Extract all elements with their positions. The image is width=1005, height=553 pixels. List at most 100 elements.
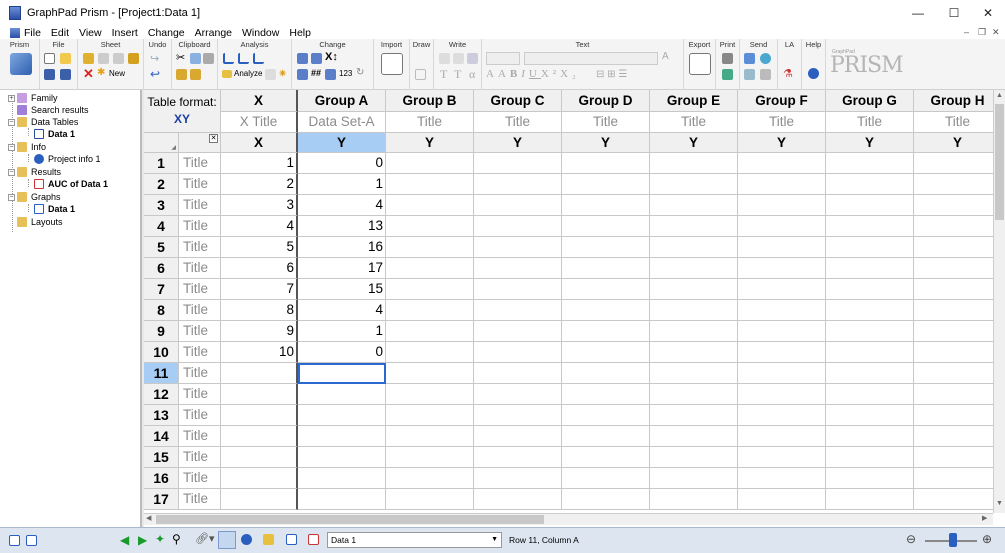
data-cell[interactable]: 9 xyxy=(221,321,298,342)
row-title[interactable]: Title xyxy=(179,195,221,216)
vertical-scroll-thumb[interactable] xyxy=(995,104,1004,220)
data-cell[interactable] xyxy=(298,384,386,405)
data-cell[interactable]: 13 xyxy=(298,216,386,237)
column-header-group-h[interactable]: Group H xyxy=(914,90,993,112)
column-header-group-g[interactable]: Group G xyxy=(826,90,914,112)
data-cell[interactable] xyxy=(914,216,993,237)
column-subtitle-x[interactable]: X Title xyxy=(221,112,298,133)
data-cell[interactable] xyxy=(738,300,826,321)
row-title[interactable]: Title xyxy=(179,321,221,342)
data-cell[interactable] xyxy=(562,384,650,405)
la-icon[interactable]: ⚗ xyxy=(783,67,793,80)
row-number[interactable]: 16 xyxy=(144,468,179,489)
row-title[interactable]: Title xyxy=(179,384,221,405)
menu-file[interactable]: File xyxy=(24,27,41,39)
tree-auc-of-data-1[interactable]: AUC of Data 1 xyxy=(34,178,108,190)
row-number[interactable]: 5 xyxy=(144,237,179,258)
help-icon[interactable] xyxy=(808,68,819,79)
tree-graph-data-1[interactable]: Data 1 xyxy=(34,203,75,215)
data-cell[interactable] xyxy=(738,216,826,237)
vertical-scrollbar[interactable]: ▲ ▼ xyxy=(993,90,1005,513)
data-cell[interactable] xyxy=(474,300,562,321)
tree-layouts[interactable]: Layouts xyxy=(17,216,63,228)
data-cell[interactable]: 1 xyxy=(298,321,386,342)
data-cell[interactable] xyxy=(738,342,826,363)
close-button[interactable]: ✕ xyxy=(971,0,1005,26)
data-cell[interactable] xyxy=(562,216,650,237)
row-title[interactable]: Title xyxy=(179,405,221,426)
wand-icon[interactable] xyxy=(128,53,139,64)
import-file-icon[interactable] xyxy=(381,53,403,75)
layouts-tab-icon[interactable] xyxy=(308,534,319,545)
export-icon[interactable] xyxy=(689,53,711,75)
data-cell[interactable] xyxy=(826,321,914,342)
font-name-select[interactable] xyxy=(524,52,658,65)
info-tab-icon[interactable] xyxy=(241,534,252,545)
data-cell[interactable] xyxy=(298,426,386,447)
data-cell[interactable]: 4 xyxy=(298,300,386,321)
row-number[interactable]: 11 xyxy=(144,363,179,384)
data-cell[interactable] xyxy=(562,237,650,258)
column-kind-group-d[interactable]: Y xyxy=(562,133,650,153)
data-cell[interactable] xyxy=(221,489,298,510)
symbol-icon[interactable]: α xyxy=(469,67,475,82)
data-cell[interactable] xyxy=(826,258,914,279)
data-cell[interactable]: 15 xyxy=(298,279,386,300)
data-cell[interactable] xyxy=(298,468,386,489)
row-title[interactable]: Title xyxy=(179,300,221,321)
data-cell[interactable] xyxy=(386,300,474,321)
data-cell[interactable] xyxy=(738,468,826,489)
data-cell[interactable] xyxy=(221,447,298,468)
data-cell[interactable] xyxy=(914,153,993,174)
delete-sheet-icon[interactable]: ✕ xyxy=(83,66,94,82)
column-kind-group-e[interactable]: Y xyxy=(650,133,738,153)
data-cell[interactable]: 6 xyxy=(221,258,298,279)
row-number[interactable]: 9 xyxy=(144,321,179,342)
pencil-icon[interactable] xyxy=(83,53,94,64)
xy-analysis-icon[interactable] xyxy=(223,53,234,64)
text-frame-icon[interactable]: T xyxy=(454,67,461,82)
data-cell[interactable]: 4 xyxy=(298,195,386,216)
send-ppt-icon[interactable] xyxy=(744,69,755,80)
columns-icon[interactable] xyxy=(297,69,308,80)
data-cell[interactable] xyxy=(221,363,298,384)
data-cell[interactable] xyxy=(914,447,993,468)
data-cell[interactable]: 10 xyxy=(221,342,298,363)
data-cell[interactable] xyxy=(826,195,914,216)
data-cell[interactable]: 5 xyxy=(221,237,298,258)
row-number[interactable]: 2 xyxy=(144,174,179,195)
data-cell[interactable] xyxy=(914,342,993,363)
data-cell[interactable] xyxy=(298,447,386,468)
data-cell[interactable] xyxy=(386,489,474,510)
data-cell[interactable] xyxy=(738,447,826,468)
row-number[interactable]: 7 xyxy=(144,279,179,300)
prism-navigator-icon[interactable] xyxy=(10,53,32,75)
menu-help[interactable]: Help xyxy=(289,27,311,39)
data-cell[interactable] xyxy=(914,300,993,321)
data-cell[interactable] xyxy=(650,384,738,405)
row-title[interactable]: Title xyxy=(179,237,221,258)
data-cell[interactable] xyxy=(562,174,650,195)
data-cell[interactable] xyxy=(386,321,474,342)
data-cell[interactable] xyxy=(386,426,474,447)
next-sheet-icon[interactable]: ▶ xyxy=(138,533,147,547)
data-cell[interactable] xyxy=(650,447,738,468)
data-cell[interactable] xyxy=(826,468,914,489)
close-icon[interactable]: ✕ xyxy=(209,134,218,143)
data-cell[interactable] xyxy=(914,426,993,447)
data-cell[interactable] xyxy=(474,258,562,279)
column-subtitle-group-b[interactable]: Title xyxy=(386,112,474,133)
data-cell[interactable] xyxy=(738,195,826,216)
sheet-icon[interactable] xyxy=(98,53,109,64)
column-subtitle-group-a[interactable]: Data Set-A xyxy=(298,112,386,133)
data-cell[interactable] xyxy=(650,216,738,237)
data-cell[interactable] xyxy=(386,174,474,195)
data-cell[interactable] xyxy=(386,195,474,216)
data-cell[interactable]: 4 xyxy=(221,216,298,237)
row-title[interactable]: Title xyxy=(179,216,221,237)
scroll-left-icon[interactable]: ◀ xyxy=(146,514,151,522)
row-number[interactable]: 15 xyxy=(144,447,179,468)
data-cell[interactable]: 0 xyxy=(298,153,386,174)
new-sheet-button[interactable]: New xyxy=(109,69,125,78)
data-cell[interactable] xyxy=(386,447,474,468)
